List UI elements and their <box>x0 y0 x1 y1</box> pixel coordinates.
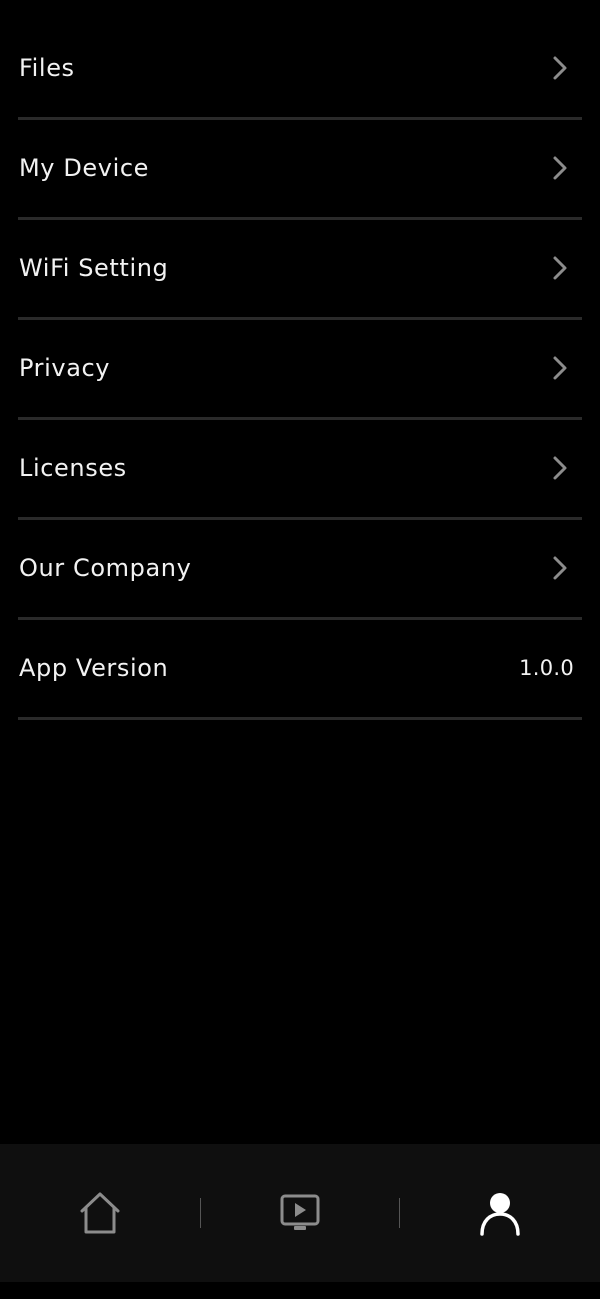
tab-divider <box>200 1198 201 1228</box>
tab-home[interactable] <box>0 1144 200 1282</box>
bottom-tab-bar <box>0 1144 600 1282</box>
menu-item-label: WiFi Setting <box>19 253 169 282</box>
app-version-value: 1.0.0 <box>519 655 574 680</box>
chevron-right-icon <box>553 156 567 179</box>
menu-item-privacy[interactable]: Privacy <box>18 320 582 420</box>
home-icon <box>80 1192 120 1234</box>
menu-item-label: Files <box>19 53 75 82</box>
chevron-right-icon <box>553 556 567 579</box>
menu-item-label: Privacy <box>19 353 111 382</box>
menu-item-files[interactable]: Files <box>18 20 582 120</box>
tab-media[interactable] <box>200 1144 400 1282</box>
bottom-safe-area <box>0 1282 600 1299</box>
menu-item-app-version: App Version 1.0.0 <box>18 620 582 720</box>
chevron-right-icon <box>553 256 567 279</box>
menu-item-our-company[interactable]: Our Company <box>18 520 582 620</box>
menu-item-label: Licenses <box>19 453 127 482</box>
menu-item-label: App Version <box>19 653 169 682</box>
chevron-right-icon <box>553 56 567 79</box>
menu-item-label: My Device <box>19 153 150 182</box>
chevron-right-icon <box>553 356 567 379</box>
tab-profile[interactable] <box>400 1144 600 1282</box>
menu-item-licenses[interactable]: Licenses <box>18 420 582 520</box>
menu-item-label: Our Company <box>19 553 192 582</box>
chevron-right-icon <box>553 456 567 479</box>
menu-item-wifi-setting[interactable]: WiFi Setting <box>18 220 582 320</box>
settings-menu-list: Files My Device WiFi Setting Privacy Lic… <box>0 20 600 720</box>
menu-item-my-device[interactable]: My Device <box>18 120 582 220</box>
profile-icon <box>480 1193 520 1236</box>
play-screen-icon <box>280 1194 320 1230</box>
